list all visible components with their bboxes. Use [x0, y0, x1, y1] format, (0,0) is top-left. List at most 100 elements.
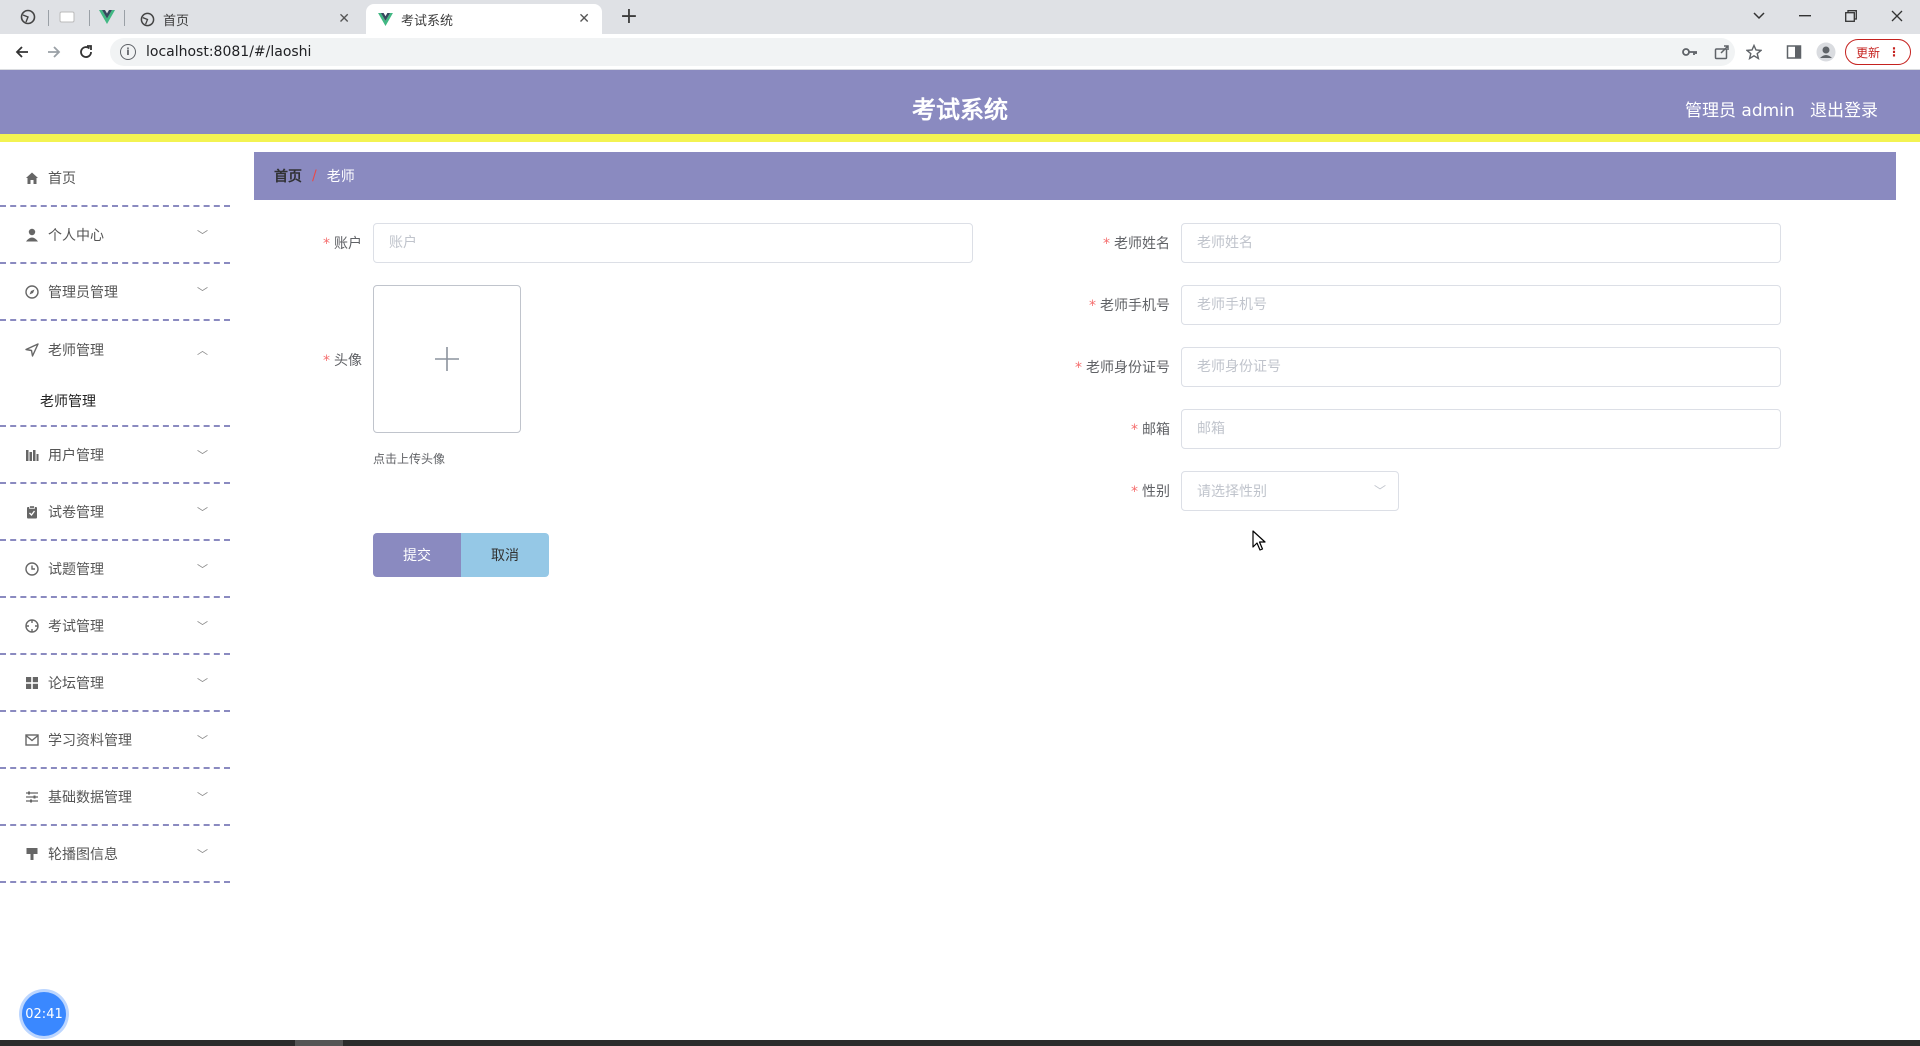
page-icon: [59, 11, 75, 23]
pinned-tab-globe[interactable]: [14, 4, 42, 30]
logout-link[interactable]: 退出登录: [1810, 96, 1878, 121]
chart-icon: [24, 447, 40, 463]
bookmark-star-icon[interactable]: [1742, 40, 1766, 64]
reload-button[interactable]: [72, 38, 100, 66]
teacher-name-input[interactable]: [1181, 223, 1781, 263]
required-mark: *: [1089, 298, 1096, 314]
submit-button[interactable]: 提交: [373, 533, 461, 577]
mouse-cursor-icon: [1252, 530, 1266, 551]
email-label: * 邮箱: [1050, 419, 1170, 439]
new-tab-button[interactable]: +: [615, 4, 643, 30]
gender-label: * 性别: [1050, 481, 1170, 501]
update-button[interactable]: 更新 ⋮: [1845, 39, 1911, 65]
teacher-phone-label: * 老师手机号: [1050, 295, 1170, 315]
sidebar-item-question-management[interactable]: 试题管理 ﹀: [0, 541, 230, 598]
sidebar-item-home[interactable]: 首页: [0, 150, 230, 207]
teacher-idcard-input[interactable]: [1181, 347, 1781, 387]
grid-icon: [24, 675, 40, 691]
breadcrumb-separator: /: [312, 168, 317, 184]
teacher-idcard-label: * 老师身份证号: [1050, 357, 1170, 377]
sidebar-item-forum-management[interactable]: 论坛管理 ﹀: [0, 655, 230, 712]
floating-clock-badge[interactable]: 02:41: [22, 992, 66, 1036]
sidebar-item-label: 学习资料管理: [48, 732, 132, 749]
chevron-down-icon: ﹀: [197, 285, 208, 299]
account-input[interactable]: [373, 223, 973, 263]
account-label: * 账户: [300, 233, 362, 253]
compass-icon: [24, 284, 40, 300]
teacher-name-label-text: 老师姓名: [1114, 236, 1170, 252]
chevron-down-icon: ﹀: [197, 733, 208, 747]
email-input[interactable]: [1181, 409, 1781, 449]
chevron-down-icon: [1753, 12, 1765, 20]
pinned-tab-vue[interactable]: [93, 4, 121, 30]
teacher-phone-label-text: 老师手机号: [1100, 298, 1170, 314]
tab-title: 首页: [163, 13, 190, 29]
sidebar-item-teacher-management[interactable]: 老师管理 ︿: [0, 321, 230, 378]
sliders-icon: [24, 789, 40, 805]
url-text: localhost:8081/#/laoshi: [146, 44, 312, 60]
address-bar: i localhost:8081/#/laoshi 更新 ⋮: [0, 34, 1920, 70]
key-icon[interactable]: [1678, 40, 1702, 64]
cancel-button[interactable]: 取消: [461, 533, 549, 577]
vue-icon: [99, 10, 115, 24]
gender-select[interactable]: 请选择性别 ﹀: [1181, 471, 1399, 511]
tab-search-button[interactable]: [1736, 0, 1782, 32]
sidebar-item-paper-management[interactable]: 试卷管理 ﹀: [0, 484, 230, 541]
sidebar-item-label: 论坛管理: [48, 675, 104, 692]
tab-title: 考试系统: [401, 13, 454, 29]
submenu-item-teacher-management[interactable]: 老师管理: [0, 377, 230, 427]
sidebar-item-carousel-info[interactable]: 轮播图信息 ﹀: [0, 826, 230, 883]
target-icon: [24, 618, 40, 634]
chevron-down-icon: ﹀: [197, 505, 208, 519]
omnibox[interactable]: i localhost:8081/#/laoshi: [110, 38, 1735, 66]
sidebar-item-label: 考试管理: [48, 618, 104, 635]
sidebar-item-label: 试卷管理: [48, 504, 104, 521]
sidebar-item-exam-management[interactable]: 考试管理 ﹀: [0, 598, 230, 655]
required-mark: *: [1103, 236, 1110, 252]
scrollbar-thumb[interactable]: [295, 1040, 343, 1046]
breadcrumb-home[interactable]: 首页: [274, 166, 302, 186]
chevron-down-icon: ﹀: [197, 448, 208, 462]
avatar-uploader[interactable]: [373, 285, 521, 433]
tab-home[interactable]: 首页 ✕: [128, 4, 362, 34]
side-panel-icon[interactable]: [1782, 40, 1806, 64]
sidebar-item-basic-data-management[interactable]: 基础数据管理 ﹀: [0, 769, 230, 826]
sidebar-item-personal-center[interactable]: 个人中心 ﹀: [0, 207, 230, 264]
sidebar-item-study-material-management[interactable]: 学习资料管理 ﹀: [0, 712, 230, 769]
required-mark: *: [323, 353, 330, 369]
avatar-label-text: 头像: [334, 353, 362, 369]
sidebar-item-admin-management[interactable]: 管理员管理 ﹀: [0, 264, 230, 321]
minimize-icon: [1799, 15, 1811, 17]
pinned-tab-blank[interactable]: [53, 4, 81, 30]
close-icon[interactable]: ✕: [578, 11, 590, 27]
required-mark: *: [323, 236, 330, 252]
sidebar-item-label: 轮播图信息: [48, 846, 118, 863]
back-button[interactable]: [8, 38, 36, 66]
chevron-down-icon: ﹀: [197, 619, 208, 633]
teacher-phone-input[interactable]: [1181, 285, 1781, 325]
submenu-item-label: 老师管理: [40, 394, 96, 410]
profile-avatar-icon[interactable]: [1814, 40, 1838, 64]
navigation-icon: [24, 342, 40, 358]
tab-exam-system[interactable]: 考试系统 ✕: [366, 4, 602, 34]
upload-hint: 点击上传头像: [373, 452, 446, 466]
minimize-button[interactable]: [1782, 0, 1828, 32]
update-label: 更新: [1855, 45, 1880, 60]
globe-icon: [140, 12, 155, 26]
chevron-down-icon: ﹀: [1373, 484, 1386, 498]
sidebar-item-user-management[interactable]: 用户管理 ﹀: [0, 427, 230, 484]
teacher-name-label: * 老师姓名: [1050, 233, 1170, 253]
chevron-down-icon: ﹀: [197, 562, 208, 576]
sidebar-item-label: 基础数据管理: [48, 789, 132, 806]
mail-icon: [24, 732, 40, 748]
required-mark: *: [1075, 360, 1082, 376]
window-close-button[interactable]: [1874, 0, 1920, 32]
info-icon[interactable]: i: [120, 44, 136, 60]
close-icon[interactable]: ✕: [338, 11, 350, 27]
chevron-down-icon: ﹀: [197, 676, 208, 690]
close-icon: [1891, 10, 1903, 22]
share-icon[interactable]: [1710, 40, 1734, 64]
restore-button[interactable]: [1828, 0, 1874, 32]
forward-button[interactable]: [40, 38, 68, 66]
horizontal-scrollbar[interactable]: [0, 1040, 1920, 1046]
